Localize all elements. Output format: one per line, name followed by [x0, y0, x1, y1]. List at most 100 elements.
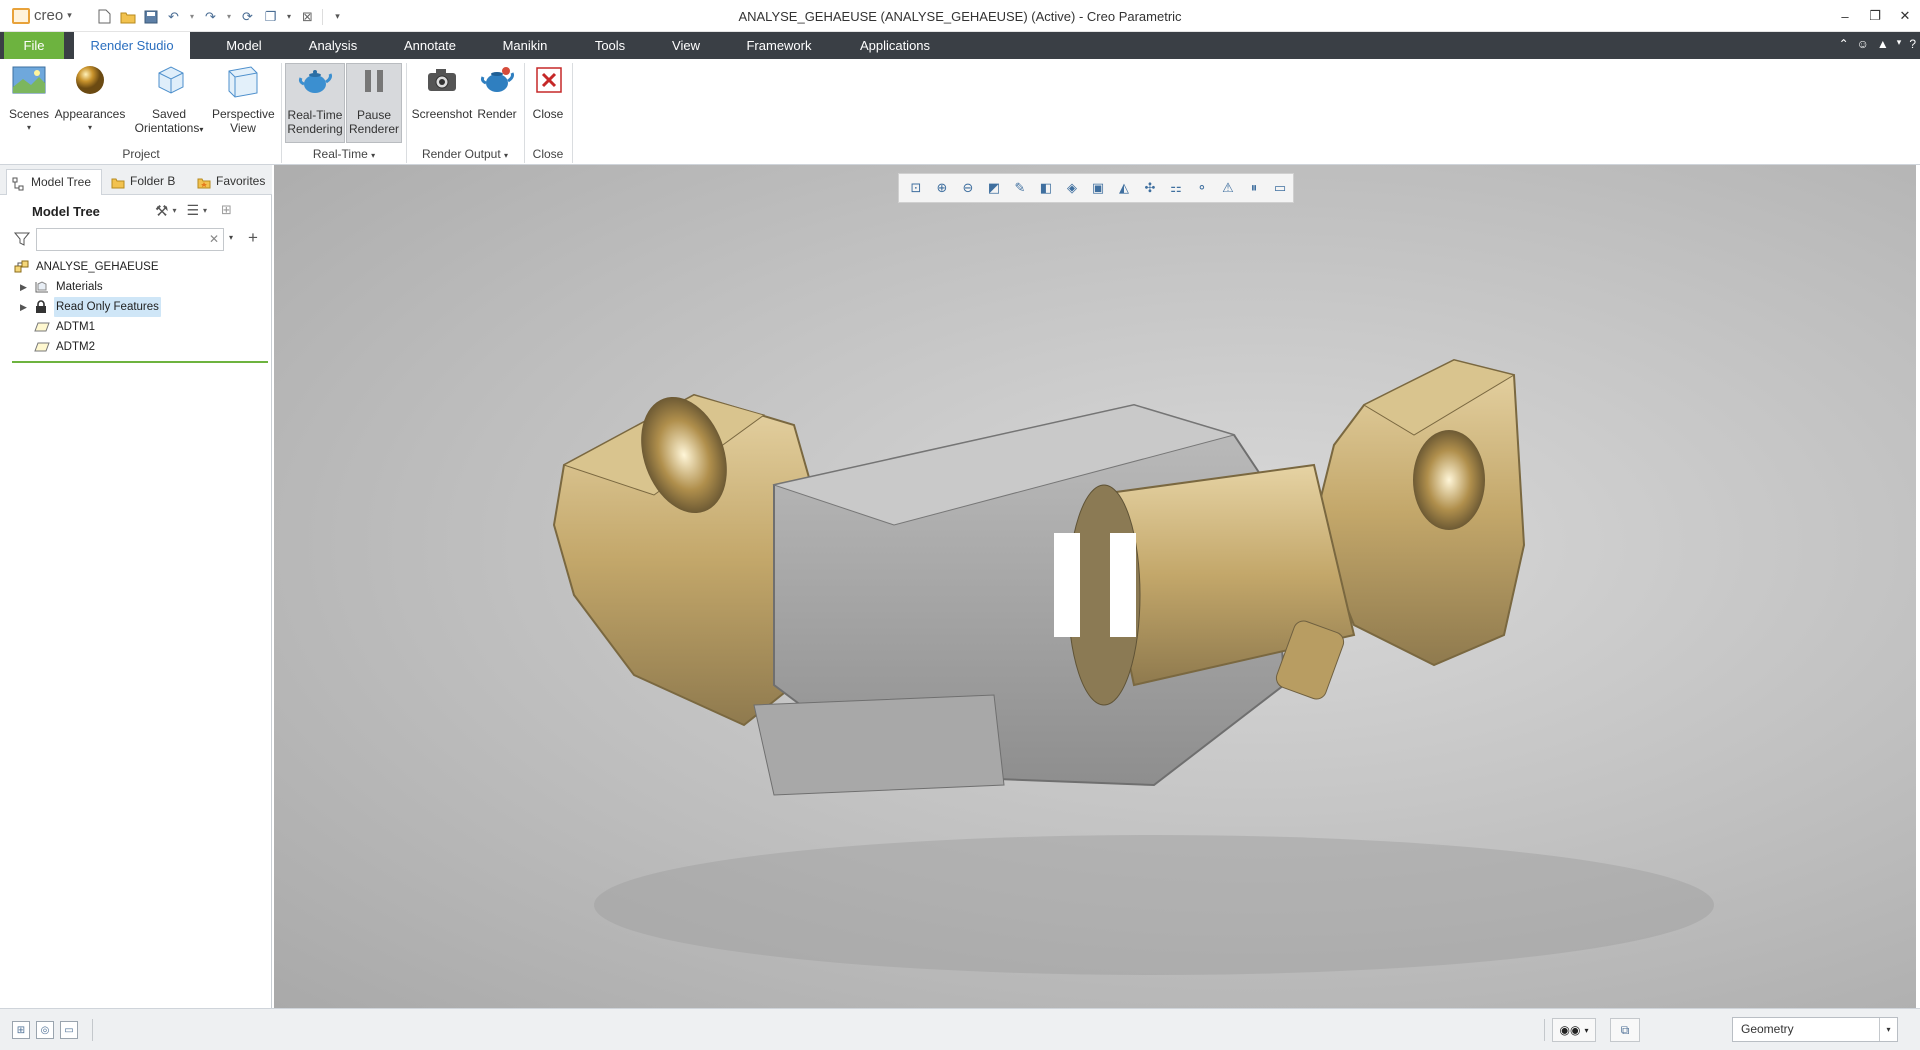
minimize-ribbon-icon[interactable]: ⌃: [1839, 37, 1849, 51]
help-icon[interactable]: ?: [1909, 37, 1916, 51]
creo-logo[interactable]: creo ▾: [12, 7, 72, 24]
group-label-render-output[interactable]: Render Output ▾: [410, 147, 520, 161]
chevron-down-icon[interactable]: ▾: [229, 233, 233, 242]
divider: [572, 63, 573, 163]
navigator-panel: Model Tree Folder B Favorites Model Tree…: [0, 165, 272, 1008]
saved-orientations-label-1: Saved: [151, 107, 187, 121]
expand-icon[interactable]: ▶: [20, 277, 27, 297]
datum-display-icon[interactable]: ✣: [1139, 177, 1161, 199]
tab-model-tree[interactable]: Model Tree: [6, 169, 102, 195]
tab-model[interactable]: Model: [214, 32, 274, 59]
clear-icon[interactable]: ✕: [209, 232, 219, 246]
show-icon[interactable]: ☰: [186, 202, 199, 220]
group-label-realtime[interactable]: Real-Time ▾: [285, 147, 403, 161]
filter-icon[interactable]: [13, 231, 31, 247]
ribbon: Scenes ▾ Appearances ▾ Saved Orientation…: [0, 59, 1920, 165]
customize-icon[interactable]: ▾: [329, 8, 346, 25]
toggle-browser-icon[interactable]: ◎: [36, 1021, 54, 1039]
perspective-view-button[interactable]: Perspective View: [212, 63, 275, 135]
scenes-button[interactable]: Scenes ▾: [6, 63, 52, 135]
new-icon[interactable]: [96, 8, 113, 25]
screenshot-button[interactable]: Screenshot: [410, 63, 474, 121]
toggle-navigator-icon[interactable]: ⊞: [12, 1021, 30, 1039]
tree-item-read-only-features[interactable]: ▶ Read Only Features: [0, 297, 272, 317]
save-icon[interactable]: [142, 8, 159, 25]
chevron-down-icon[interactable]: ▾: [1879, 1018, 1897, 1041]
appearances-button[interactable]: Appearances ▾: [54, 63, 126, 135]
zoom-out-icon[interactable]: ⊖: [957, 177, 979, 199]
chevron-down-icon: ▾: [26, 123, 31, 132]
pause-renderer-button[interactable]: Pause Renderer: [346, 63, 402, 143]
saved-orientations-icon[interactable]: ◈: [1061, 177, 1083, 199]
title-bar: creo ▾ ↶ ▾ ↷ ▾ ⟳ ❐ ▾ ⊠ ▾ ANALYSE_GEHAEUS…: [0, 0, 1920, 32]
undo-icon[interactable]: ↶: [165, 8, 182, 25]
pause-icon[interactable]: ⏸: [1243, 177, 1265, 199]
tab-framework[interactable]: Framework: [734, 32, 824, 59]
saved-orientations-button[interactable]: Saved Orientations▾: [128, 63, 210, 137]
stop-icon[interactable]: ▭: [1269, 177, 1291, 199]
maximize-icon[interactable]: ❐: [1860, 0, 1890, 32]
open-icon[interactable]: [119, 8, 136, 25]
notifications-icon[interactable]: ☺: [1857, 37, 1869, 51]
tab-analysis[interactable]: Analysis: [296, 32, 370, 59]
group-label-render-output-text: Render Output: [421, 147, 501, 161]
selection-filter-select[interactable]: Geometry ▾: [1732, 1017, 1898, 1042]
expand-icon[interactable]: ▶: [20, 297, 27, 317]
chevron-down-icon[interactable]: ▾: [1897, 37, 1902, 51]
selection-buffer-button[interactable]: ⧉: [1610, 1018, 1640, 1042]
chevron-down-icon[interactable]: ▾: [225, 8, 233, 25]
repaint-icon[interactable]: ◩: [983, 177, 1005, 199]
spin-center-icon[interactable]: ✎: [1009, 177, 1031, 199]
chevron-down-icon[interactable]: ▾: [285, 8, 293, 25]
zoom-in-icon[interactable]: ⊕: [931, 177, 953, 199]
render-icon[interactable]: ⚠: [1217, 177, 1239, 199]
redo-icon[interactable]: ↷: [202, 8, 219, 25]
tab-manikin[interactable]: Manikin: [490, 32, 560, 59]
close-icon: [530, 63, 566, 101]
insert-indicator[interactable]: [12, 361, 268, 363]
tab-tools[interactable]: Tools: [580, 32, 640, 59]
regenerate-icon[interactable]: ⟳: [239, 8, 256, 25]
group-label-project: Project: [122, 147, 160, 161]
annotation-display-icon[interactable]: ⚏: [1165, 177, 1187, 199]
view-manager-icon[interactable]: ▣: [1087, 177, 1109, 199]
divider: [281, 63, 282, 163]
tab-favorites[interactable]: Favorites: [192, 169, 270, 195]
settings-icon[interactable]: ⚒: [155, 202, 168, 220]
close-icon[interactable]: ✕: [1890, 0, 1920, 32]
render-button[interactable]: Render: [474, 63, 520, 121]
graphics-toolbar: ⊡ ⊕ ⊖ ◩ ✎ ◧ ◈ ▣ ◭ ✣ ⚏ ⚬ ⚠ ⏸ ▭: [898, 173, 1294, 203]
realtime-rendering-button[interactable]: Real-Time Rendering: [285, 63, 345, 143]
window-controls: – ❐ ✕: [1830, 0, 1920, 32]
close-button[interactable]: Close: [528, 63, 568, 121]
tab-folder-browser[interactable]: Folder B: [106, 169, 190, 195]
refit-icon[interactable]: ⊡: [905, 177, 927, 199]
spin-center-toggle-icon[interactable]: ⚬: [1191, 177, 1213, 199]
tab-annotate[interactable]: Annotate: [392, 32, 468, 59]
add-icon[interactable]: +: [248, 228, 258, 248]
graphics-window[interactable]: ⊡ ⊕ ⊖ ◩ ✎ ◧ ◈ ▣ ◭ ✣ ⚏ ⚬ ⚠ ⏸ ▭: [274, 165, 1916, 1008]
tab-render-studio[interactable]: Render Studio: [74, 32, 190, 59]
tab-file[interactable]: File: [4, 32, 64, 59]
assembly-icon: [14, 260, 29, 274]
tree-columns-icon[interactable]: ⊞: [221, 202, 232, 220]
tree-search-input[interactable]: ✕: [36, 228, 224, 251]
ribbon-tab-bar: File Render Studio Model Analysis Annota…: [0, 32, 1920, 59]
find-button[interactable]: ◉◉ ▾: [1552, 1018, 1596, 1042]
tree-item-adtm2[interactable]: ADTM2: [0, 337, 272, 357]
tree-item-materials[interactable]: ▶ Materials: [0, 277, 272, 297]
display-style-icon[interactable]: ◧: [1035, 177, 1057, 199]
minimize-icon[interactable]: –: [1830, 0, 1860, 32]
perspective-icon[interactable]: ◭: [1113, 177, 1135, 199]
windows-icon[interactable]: ❐: [262, 8, 279, 25]
tab-view[interactable]: View: [660, 32, 712, 59]
tab-applications[interactable]: Applications: [848, 32, 942, 59]
learning-icon[interactable]: ▲: [1877, 37, 1889, 51]
chevron-down-icon[interactable]: ▾: [203, 202, 207, 220]
close-window-icon[interactable]: ⊠: [299, 8, 316, 25]
tree-item-adtm1[interactable]: ADTM1: [0, 317, 272, 337]
chevron-down-icon[interactable]: ▾: [188, 8, 196, 25]
full-screen-icon[interactable]: ▭: [60, 1021, 78, 1039]
tree-item-root[interactable]: ANALYSE_GEHAEUSE: [0, 257, 272, 277]
chevron-down-icon[interactable]: ▾: [172, 202, 176, 220]
